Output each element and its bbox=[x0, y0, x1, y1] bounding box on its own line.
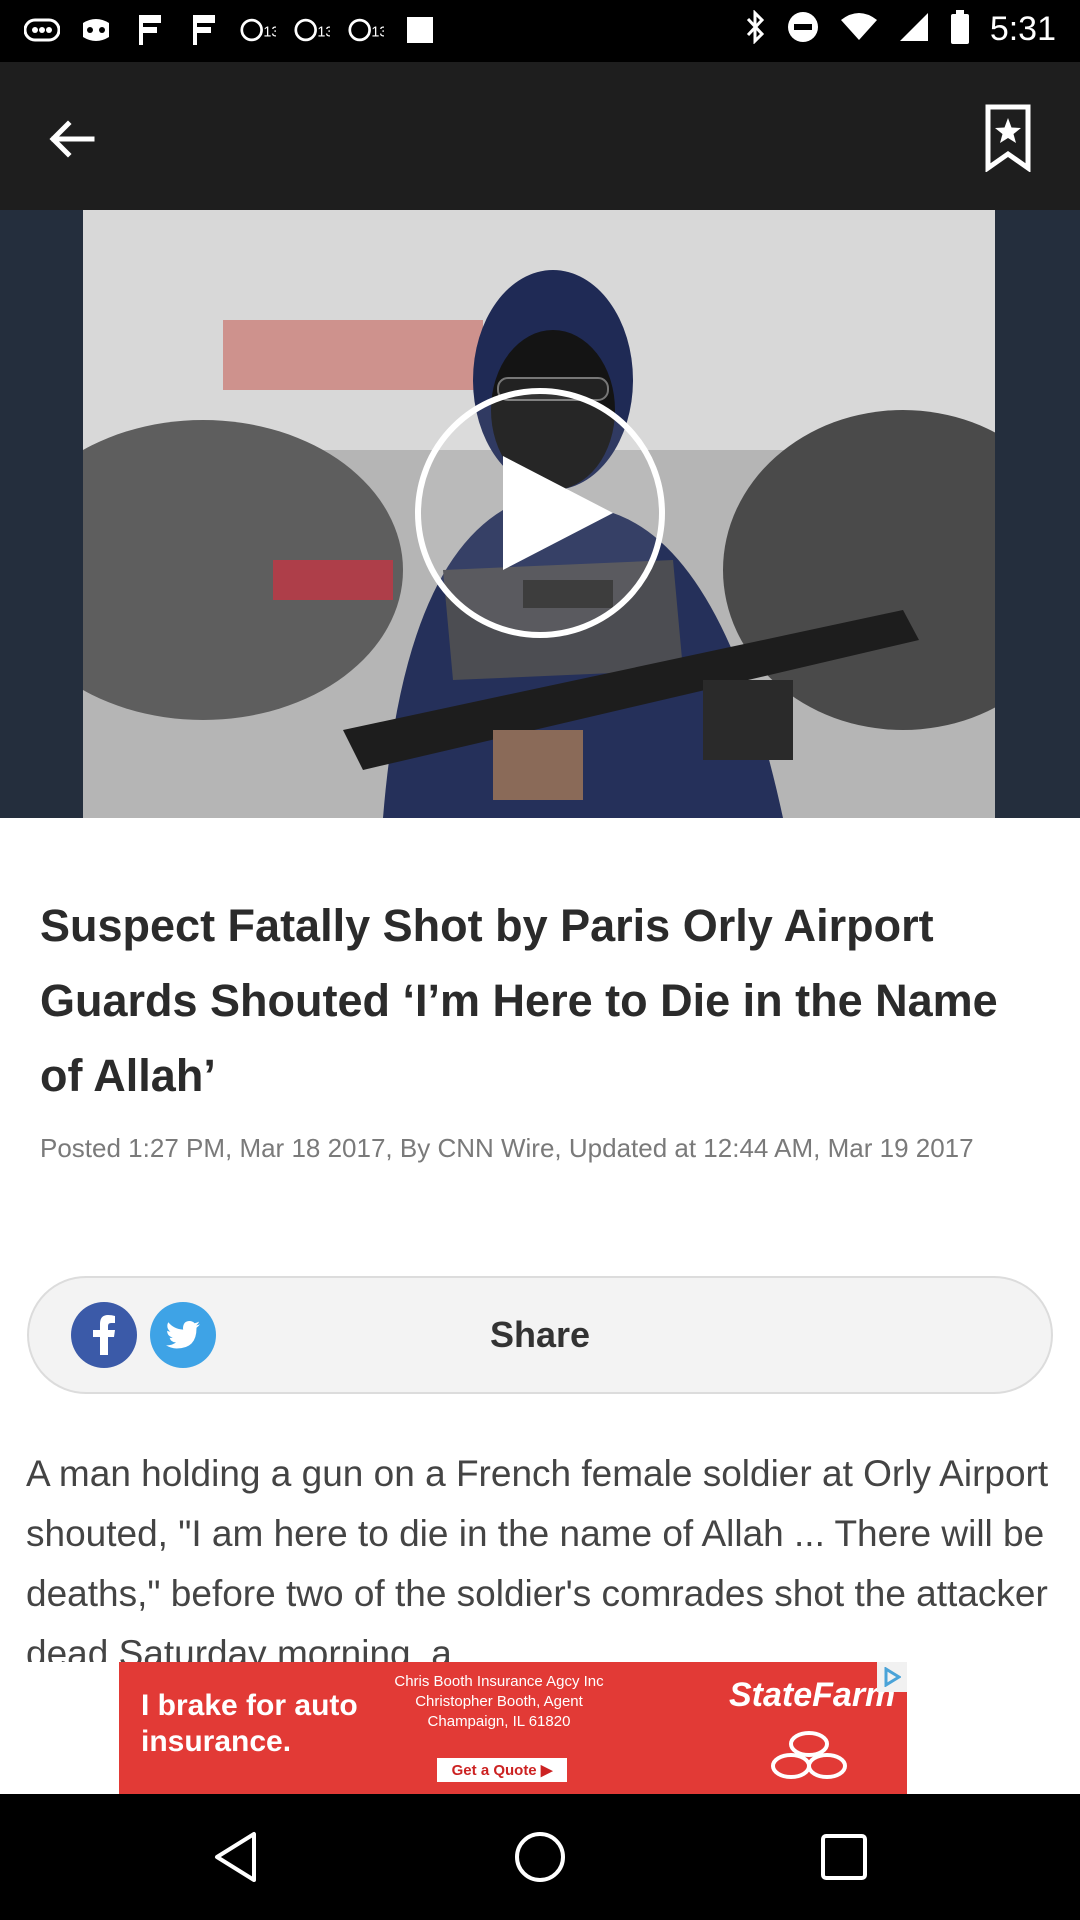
nav-back-icon bbox=[215, 1832, 256, 1882]
article-body: A man holding a gun on a French female s… bbox=[26, 1453, 1049, 1662]
back-button[interactable] bbox=[40, 107, 104, 171]
nav-home-icon bbox=[515, 1832, 565, 1882]
bookmark-star-icon bbox=[985, 104, 1031, 172]
game-icon bbox=[78, 12, 114, 48]
share-bar: Share bbox=[27, 1276, 1053, 1394]
play-icon bbox=[415, 388, 665, 638]
svg-text:13: 13 bbox=[263, 24, 276, 40]
abc13-icon: 13 bbox=[348, 12, 384, 48]
article-meta: Posted 1:27 PM, Mar 18 2017, By CNN Wire… bbox=[40, 1133, 974, 1163]
ad-details: Chris Booth Insurance Agcy Inc Christoph… bbox=[394, 1673, 604, 1730]
dnd-icon bbox=[786, 10, 820, 49]
article-headline: Suspect Fatally Shot by Paris Orly Airpo… bbox=[40, 900, 998, 1101]
svg-text:13: 13 bbox=[371, 24, 384, 40]
notification-icon bbox=[24, 12, 60, 48]
ad-headline: I brake for auto insurance. bbox=[141, 1689, 358, 1758]
statefarm-logo-icon bbox=[771, 1731, 847, 1779]
ad-brand: StateFarm bbox=[729, 1676, 896, 1714]
ad-choices-icon[interactable] bbox=[877, 1662, 907, 1692]
status-time: 5:31 bbox=[989, 10, 1056, 48]
play-button[interactable] bbox=[413, 386, 667, 640]
abc13-icon: 13 bbox=[240, 12, 276, 48]
svg-text:13: 13 bbox=[317, 24, 330, 40]
flag-icon bbox=[132, 12, 168, 48]
status-system-icons: 5:31 bbox=[744, 9, 1056, 49]
nav-back-button[interactable] bbox=[206, 1827, 266, 1887]
square-icon bbox=[402, 12, 438, 48]
flag-icon bbox=[186, 12, 222, 48]
app-toolbar bbox=[0, 62, 1080, 210]
ad-cta-button[interactable]: Get a Quote ▶ bbox=[437, 1758, 567, 1782]
system-nav-bar bbox=[0, 1794, 1080, 1920]
article-content: Suspect Fatally Shot by Paris Orly Airpo… bbox=[0, 818, 1080, 1662]
nav-home-button[interactable] bbox=[510, 1827, 570, 1887]
share-label[interactable]: Share bbox=[29, 1314, 1051, 1356]
ad-strip: I brake for auto insurance. Chris Booth … bbox=[0, 1662, 1080, 1794]
bluetooth-icon bbox=[744, 9, 766, 49]
abc13-icon: 13 bbox=[294, 12, 330, 48]
arrow-left-icon bbox=[49, 120, 95, 158]
signal-icon bbox=[898, 11, 930, 48]
battery-icon bbox=[950, 10, 970, 49]
status-notification-icons: 13 13 13 bbox=[24, 12, 438, 48]
wifi-icon bbox=[840, 12, 878, 47]
video-area bbox=[0, 210, 1080, 818]
nav-recents-icon bbox=[821, 1834, 867, 1880]
status-bar: 13 13 13 5:31 bbox=[0, 0, 1080, 62]
nav-recents-button[interactable] bbox=[814, 1827, 874, 1887]
ad-banner[interactable]: I brake for auto insurance. Chris Booth … bbox=[119, 1662, 907, 1794]
video-thumbnail[interactable] bbox=[83, 210, 995, 818]
bookmark-button[interactable] bbox=[976, 100, 1040, 176]
